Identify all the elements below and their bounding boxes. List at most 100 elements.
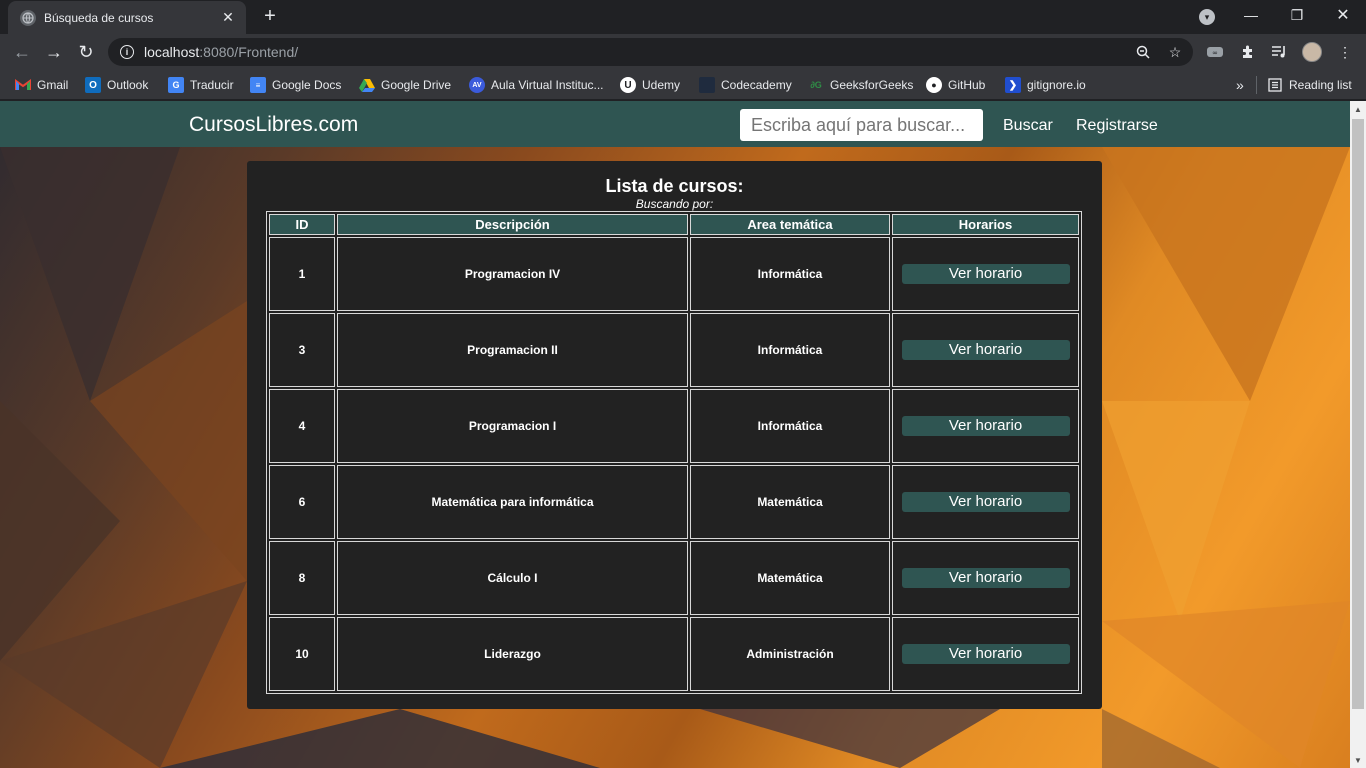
- gitignore-icon: ❯: [1005, 77, 1021, 93]
- bookmark-label: Traducir: [190, 78, 234, 92]
- bookmarks-divider: [1256, 76, 1257, 94]
- cell-area: Matemática: [690, 541, 890, 615]
- table-row: 8 Cálculo I Matemática Ver horario: [269, 541, 1079, 615]
- new-tab-icon[interactable]: +: [258, 6, 282, 28]
- restore-icon[interactable]: ❐: [1274, 0, 1320, 30]
- cell-area: Informática: [690, 313, 890, 387]
- ver-horario-button[interactable]: Ver horario: [901, 644, 1070, 664]
- bookmark-traducir[interactable]: G Traducir: [168, 76, 234, 94]
- cell-descripcion: Matemática para informática: [337, 465, 688, 539]
- bookmark-gmail[interactable]: Gmail: [15, 76, 68, 94]
- ver-horario-button[interactable]: Ver horario: [901, 340, 1070, 360]
- bookmark-udemy[interactable]: U Udemy: [620, 76, 680, 94]
- reading-list-button[interactable]: Reading list: [1267, 76, 1352, 94]
- close-window-icon[interactable]: ✕: [1320, 0, 1366, 30]
- table-row: 3 Programacion II Informática Ver horari…: [269, 313, 1079, 387]
- url-path: :8080/Frontend/: [199, 44, 299, 60]
- bookmark-label: Google Drive: [381, 78, 452, 92]
- ver-horario-button[interactable]: Ver horario: [901, 264, 1070, 284]
- drive-icon: [359, 77, 375, 93]
- column-header-horarios: Horarios: [892, 214, 1079, 235]
- close-tab-icon[interactable]: ✕: [220, 9, 236, 26]
- ver-horario-button[interactable]: Ver horario: [901, 492, 1070, 512]
- table-row: 6 Matemática para informática Matemática…: [269, 465, 1079, 539]
- geeksforgeeks-icon: ∂G: [810, 80, 822, 90]
- cell-horarios: Ver horario: [892, 541, 1079, 615]
- table-row: 10 Liderazgo Administración Ver horario: [269, 617, 1079, 691]
- cell-id: 4: [269, 389, 335, 463]
- register-link[interactable]: Registrarse: [1076, 117, 1158, 135]
- cell-area: Informática: [690, 389, 890, 463]
- bookmark-outlook[interactable]: O Outlook: [85, 76, 148, 94]
- bookmark-aula-virtual[interactable]: AV Aula Virtual Instituc...: [469, 76, 604, 94]
- cell-horarios: Ver horario: [892, 617, 1079, 691]
- tab-search-icon[interactable]: ▾: [1199, 9, 1215, 25]
- bookmark-label: Google Docs: [272, 78, 342, 92]
- cell-horarios: Ver horario: [892, 313, 1079, 387]
- bookmark-github[interactable]: ● GitHub: [926, 76, 985, 94]
- star-icon[interactable]: ☆: [1167, 44, 1183, 60]
- bookmark-label: Outlook: [107, 78, 149, 92]
- bookmark-geeksforgeeks[interactable]: ∂G GeeksforGeeks: [808, 76, 913, 94]
- reading-list-label: Reading list: [1289, 78, 1352, 92]
- ver-horario-button[interactable]: Ver horario: [901, 416, 1070, 436]
- more-bookmarks-icon[interactable]: »: [1236, 76, 1244, 94]
- back-icon[interactable]: ←: [9, 39, 35, 65]
- cell-id: 1: [269, 237, 335, 311]
- table-row: 4 Programacion I Informática Ver horario: [269, 389, 1079, 463]
- cell-descripcion: Programacion I: [337, 389, 688, 463]
- reading-list-icon: [1267, 77, 1283, 93]
- codecademy-icon: [699, 77, 715, 93]
- zoom-icon[interactable]: [1135, 44, 1151, 60]
- ver-horario-button[interactable]: Ver horario: [901, 568, 1070, 588]
- cell-horarios: Ver horario: [892, 237, 1079, 311]
- bookmark-label: GeeksforGeeks: [830, 78, 914, 92]
- scroll-down-icon[interactable]: ▼: [1350, 752, 1366, 768]
- cell-area: Informática: [690, 237, 890, 311]
- extensions-puzzle-icon[interactable]: [1239, 43, 1257, 61]
- search-button[interactable]: Buscar: [1003, 117, 1053, 135]
- column-header-id: ID: [269, 214, 335, 235]
- bookmark-google-docs[interactable]: ≡ Google Docs: [250, 76, 341, 94]
- globe-icon: [20, 9, 36, 26]
- courses-table: ID Descripción Area temática Horarios 1 …: [266, 211, 1082, 694]
- translate-icon: G: [168, 77, 184, 93]
- site-navbar: CursosLibres.com Buscar Registrarse: [0, 101, 1350, 147]
- cell-horarios: Ver horario: [892, 465, 1079, 539]
- url-host: localhost: [144, 44, 200, 60]
- bookmark-codecademy[interactable]: Codecademy: [699, 76, 792, 94]
- cell-descripcion: Programacion IV: [337, 237, 688, 311]
- site-brand[interactable]: CursosLibres.com: [189, 113, 358, 137]
- scrollbar-thumb[interactable]: [1352, 119, 1364, 709]
- media-control-icon[interactable]: [1270, 43, 1288, 61]
- bookmark-label: Udemy: [642, 78, 681, 92]
- bookmark-label: Codecademy: [721, 78, 792, 92]
- info-icon[interactable]: i: [120, 45, 134, 59]
- cell-area: Matemática: [690, 465, 890, 539]
- cell-descripcion: Liderazgo: [337, 617, 688, 691]
- udemy-icon: U: [620, 77, 636, 93]
- cell-id: 8: [269, 541, 335, 615]
- cell-id: 6: [269, 465, 335, 539]
- scroll-up-icon[interactable]: ▲: [1350, 101, 1366, 117]
- forward-icon[interactable]: →: [41, 39, 67, 65]
- browser-tab[interactable]: Búsqueda de cursos ✕: [8, 1, 246, 34]
- bookmark-label: GitHub: [948, 78, 986, 92]
- github-icon: ●: [926, 77, 942, 93]
- page-scrollbar[interactable]: ▲ ▼: [1350, 101, 1366, 768]
- address-bar[interactable]: i localhost:8080/Frontend/ ☆: [108, 38, 1193, 66]
- table-header-row: ID Descripción Area temática Horarios: [269, 214, 1079, 235]
- search-input[interactable]: [740, 109, 983, 141]
- reload-icon[interactable]: ↻: [73, 39, 99, 65]
- profile-avatar[interactable]: [1302, 42, 1322, 62]
- menu-kebab-icon[interactable]: ⋮: [1336, 43, 1354, 61]
- cell-descripcion: Cálculo I: [337, 541, 688, 615]
- bookmark-google-drive[interactable]: Google Drive: [359, 76, 451, 94]
- extension-badge-icon[interactable]: ∞: [1206, 43, 1224, 61]
- minimize-icon[interactable]: —: [1228, 0, 1274, 30]
- cell-horarios: Ver horario: [892, 389, 1079, 463]
- column-header-area: Area temática: [690, 214, 890, 235]
- aula-icon: AV: [469, 77, 485, 93]
- bookmark-gitignore[interactable]: ❯ gitignore.io: [1005, 76, 1086, 94]
- bookmarks-bar: Gmail O Outlook G Traducir ≡ Google Docs Go…: [0, 70, 1366, 100]
